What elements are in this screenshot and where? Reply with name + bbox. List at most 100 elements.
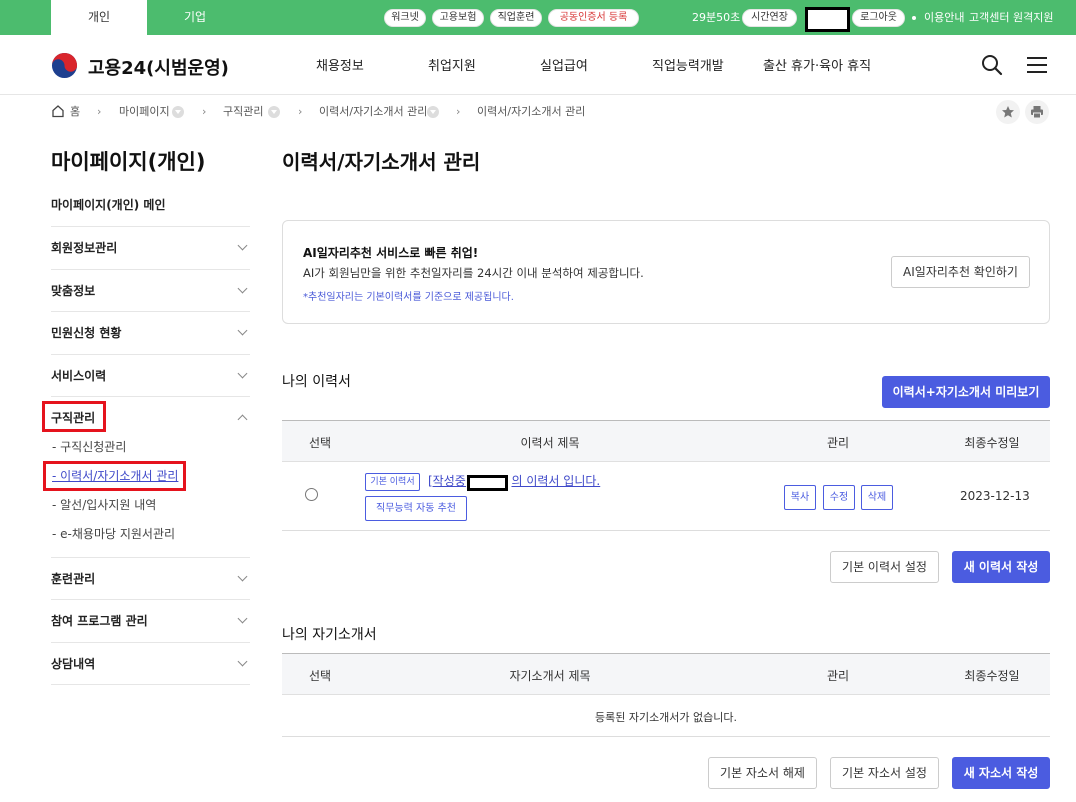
sidebar-item-service-history[interactable]: 서비스이력 [51,354,250,397]
intro-table-header: 선택 자기소개서 제목 관리 최종수정일 [282,653,1050,695]
resume-last-modified: 2023-12-13 [960,489,1030,503]
new-resume-button[interactable]: 새 이력서 작성 [952,551,1050,583]
sidebar-sub-referral-history[interactable]: - 알선/입사지원 내역 [52,496,156,513]
column-header: 관리 [826,436,850,450]
breadcrumb-dropdown-icon[interactable] [427,106,439,118]
sidebar-item-label: 회원정보관리 [51,241,118,255]
breadcrumb-job-seeking[interactable]: 구직관리 [223,104,263,120]
sidebar-item-label: 서비스이력 [51,369,107,383]
ai-box-note: *추천일자리는 기본이력서를 기준으로 제공됩니다. [303,292,514,303]
chevron-down-icon [237,325,248,336]
column-header: 이력서 제목 [520,436,580,450]
sidebar-item-counseling[interactable]: 상담내역 [51,642,250,685]
chevron-down-icon [237,368,248,379]
highlight-box [42,401,106,432]
new-intro-button[interactable]: 새 자소서 작성 [952,757,1050,789]
tab-personal[interactable]: 개인 [51,0,147,35]
set-default-intro-button[interactable]: 기본 자소서 설정 [830,757,939,789]
auto-recommend-button[interactable]: 직무능력 자동 추천 [365,496,467,521]
link-remote-support[interactable]: 원격지원 [1013,10,1053,26]
quicklink-employment-insurance[interactable]: 고용보험 [432,9,484,27]
print-button[interactable] [1025,100,1049,124]
breadcrumb-home[interactable]: 홈 [70,104,80,120]
column-header: 관리 [826,669,850,683]
nav-employment-support[interactable]: 취업지원 [428,55,476,74]
sidebar-sub-job-application[interactable]: - 구직신청관리 [52,438,126,455]
session-timer: 29분50초 [692,11,741,24]
favorite-button[interactable] [996,100,1020,124]
redacted-user-name [805,7,850,32]
page-title: 이력서/자기소개서 관리 [282,150,481,174]
sidebar-item-label: 상담내역 [51,657,96,671]
search-icon[interactable] [981,54,1003,76]
highlight-box [43,461,186,491]
column-header: 최종수정일 [964,436,1020,450]
sidebar-main-link[interactable]: 마이페이지(개인) 메인 [51,196,166,213]
quicklink-worknet[interactable]: 워크넷 [384,9,426,27]
default-resume-tag: 기본 이력서 [365,473,420,491]
table-row: 등록된 자기소개서가 없습니다. [282,695,1050,737]
redacted-name [467,475,508,491]
sidebar-item-training[interactable]: 훈련관리 [51,557,250,600]
preview-resume-button[interactable]: 이력서+자기소개서 미리보기 [882,376,1050,408]
column-header: 자기소개서 제목 [509,669,591,683]
chevron-down-icon [237,571,248,582]
logout-button[interactable]: 로그아웃 [852,9,905,27]
breadcrumb-separator-icon: › [298,105,303,118]
nav-job-info[interactable]: 채용정보 [316,55,364,74]
site-logo-text[interactable]: 고용24(시범운영) [88,54,229,80]
breadcrumb-separator-icon: › [456,105,461,118]
extend-session-button[interactable]: 시간연장 [742,9,797,27]
ai-recommend-button[interactable]: AI일자리추천 확인하기 [891,256,1030,288]
column-header: 선택 [308,436,332,450]
link-customer-center[interactable]: 고객센터 [969,10,1009,26]
unset-default-intro-button[interactable]: 기본 자소서 해제 [708,757,817,789]
print-icon [1031,106,1043,119]
ai-box-heading: AI일자리추천 서비스로 빠른 취업! [303,246,479,260]
cert-register-button[interactable]: 공동인증서 등록 [548,9,639,27]
resume-section-title: 나의 이력서 [282,374,351,390]
chevron-down-icon [237,613,248,624]
quicklink-job-training[interactable]: 직업훈련 [490,9,542,27]
sidebar-item-programs[interactable]: 참여 프로그램 관리 [51,599,250,642]
resume-table-header: 선택 이력서 제목 관리 최종수정일 [282,420,1050,462]
intro-section-title: 나의 자기소개서 [282,627,377,643]
home-icon[interactable] [51,104,65,118]
breadcrumb-current: 이력서/자기소개서 관리 [477,105,586,118]
tab-business[interactable]: 기업 [147,0,243,35]
column-header: 최종수정일 [964,669,1020,683]
intro-empty-message: 등록된 자기소개서가 없습니다. [594,711,738,724]
chevron-up-icon [237,414,248,425]
sidebar-item-label: 참여 프로그램 관리 [51,614,148,628]
nav-maternity-parental-leave[interactable]: 출산 휴가·육아 휴직 [763,55,871,74]
delete-button[interactable]: 삭제 [861,485,893,510]
ai-box-description: AI가 회원님만을 위한 추천일자리를 24시간 이내 분석하여 제공합니다. [303,266,644,280]
nav-vocational-development[interactable]: 직업능력개발 [652,55,724,74]
breadcrumb-separator-icon: › [202,105,207,118]
top-utility-bar: 개인 기업 워크넷 고용보험 직업훈련 공동인증서 등록 29분50초 시간연장… [0,0,1076,35]
sidebar-sub-e-recruit-applications[interactable]: - e-채용마당 지원서관리 [52,525,175,542]
resume-select-radio[interactable] [305,488,318,501]
set-default-resume-button[interactable]: 기본 이력서 설정 [830,551,939,583]
sidebar-item-civil-status[interactable]: 민원신청 현황 [51,311,250,354]
star-icon [1002,106,1014,118]
sidebar-item-member-info[interactable]: 회원정보관리 [51,226,250,269]
breadcrumb-separator-icon: › [97,105,102,118]
site-header: 고용24(시범운영) 채용정보 취업지원 실업급여 직업능력개발 출산 휴가·육… [0,35,1076,95]
breadcrumb-resume-manage[interactable]: 이력서/자기소개서 관리 [319,104,427,120]
ai-recommend-box: AI일자리추천 서비스로 빠른 취업! AI가 회원님만을 위한 추천일자리를 … [282,220,1050,324]
breadcrumb-mypage[interactable]: 마이페이지 [119,104,170,120]
sidebar-item-label: 맞춤정보 [51,284,96,298]
menu-icon[interactable] [1026,54,1048,76]
resume-title-link[interactable]: [작성중] 의 이력서 입니다. [428,472,600,489]
link-guide[interactable]: 이용안내 [924,10,964,26]
breadcrumb-dropdown-icon[interactable] [268,106,280,118]
copy-button[interactable]: 복사 [784,485,816,510]
nav-unemployment-benefit[interactable]: 실업급여 [540,55,588,74]
breadcrumb-dropdown-icon[interactable] [172,106,184,118]
edit-button[interactable]: 수정 [823,485,855,510]
sidebar-item-label: 민원신청 현황 [51,326,122,340]
chevron-down-icon [237,283,248,294]
taegeuk-logo-icon[interactable] [51,52,78,79]
sidebar-item-custom-info[interactable]: 맞춤정보 [51,269,250,312]
